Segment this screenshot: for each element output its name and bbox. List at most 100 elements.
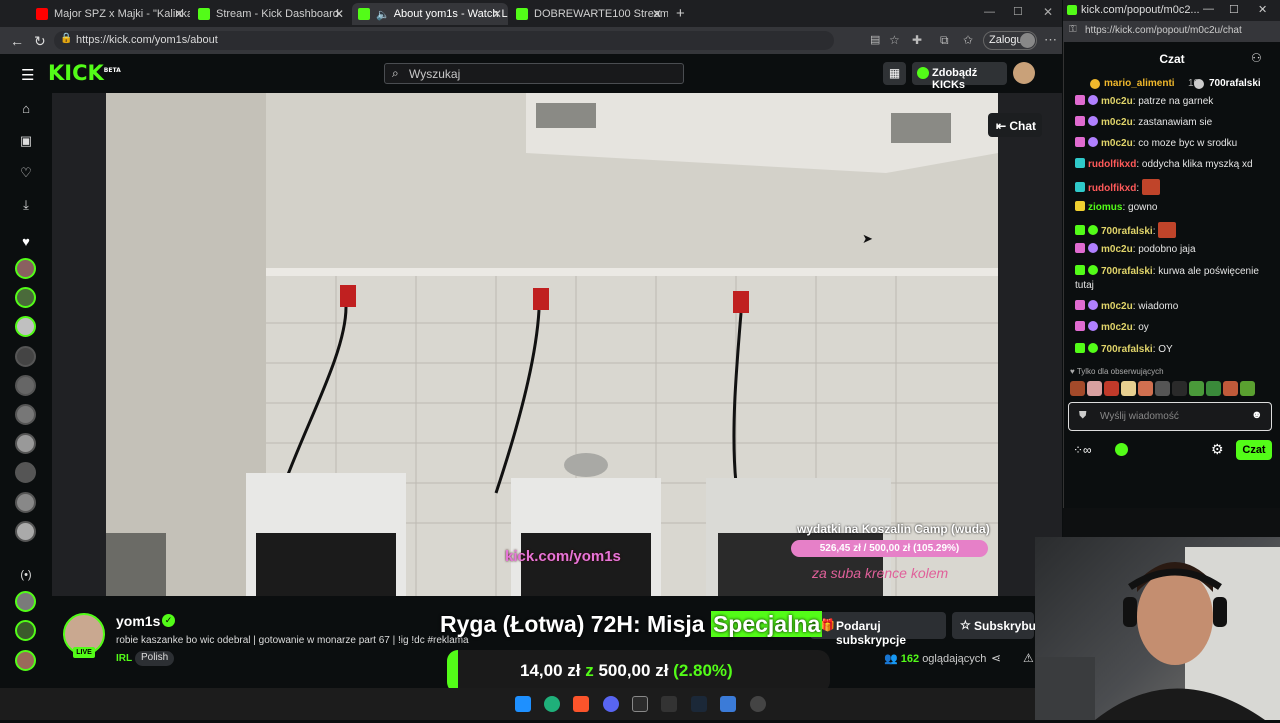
tab-dashboard[interactable]: Stream - Kick Dashboard ✕ (192, 3, 350, 25)
followed-channel-avatar[interactable] (15, 492, 36, 513)
following-icon[interactable]: ♡ (18, 165, 34, 181)
video-frame (106, 93, 998, 596)
followed-channel-avatar[interactable] (15, 433, 36, 454)
followed-channel-avatar[interactable] (15, 346, 36, 367)
home-icon[interactable]: ⌂ (18, 101, 34, 117)
app-icon[interactable] (750, 696, 766, 712)
emote-icon[interactable] (1087, 381, 1102, 396)
emote-icon[interactable] (1138, 381, 1153, 396)
emote-icon[interactable] (1189, 381, 1204, 396)
emote-icon[interactable] (1155, 381, 1170, 396)
site-info-icon[interactable]: 🔒 (60, 33, 72, 44)
obs-icon[interactable] (632, 696, 648, 712)
gear-icon[interactable]: ⚙ (1211, 441, 1224, 458)
followed-channel-avatar[interactable] (15, 316, 36, 337)
app-icon[interactable] (720, 696, 736, 712)
followed-channel-avatar[interactable] (15, 462, 36, 483)
chat-toggle-button[interactable]: ⇤ Chat (988, 113, 1042, 137)
menu-icon[interactable]: ☰ (21, 66, 34, 84)
emote-icon[interactable] (1121, 381, 1136, 396)
video-player[interactable] (106, 93, 998, 596)
badge-icon (1075, 182, 1085, 192)
emote-icon[interactable] (1104, 381, 1119, 396)
emote-icon[interactable] (1223, 381, 1238, 396)
close-icon[interactable]: ✕ (174, 7, 184, 21)
emote-icon[interactable] (1240, 381, 1255, 396)
gifter-name[interactable]: mario_alimenti (1104, 78, 1175, 89)
maximize-icon[interactable]: ☐ (1229, 3, 1239, 16)
chat-text: oy (1138, 322, 1149, 333)
more-icon[interactable]: ⋯ (1044, 32, 1057, 48)
discord-icon[interactable] (603, 696, 619, 712)
gifter-name[interactable]: 700rafalski (1209, 78, 1261, 89)
close-icon[interactable]: ✕ (492, 7, 502, 21)
search-input[interactable]: ⌕ Wyszukaj (384, 63, 684, 84)
recommended-icon[interactable]: (•) (18, 567, 34, 583)
points-icon[interactable]: ⁘∞ (1073, 443, 1092, 457)
close-icon[interactable]: ✕ (652, 7, 662, 21)
chat-url-text: https://kick.com/popout/m0c2u/chat (1085, 25, 1242, 36)
channel-name[interactable]: yom1s (116, 613, 160, 629)
tab-about-yom1s[interactable]: 🔈 About yom1s - Watch Live on ✕ (352, 3, 508, 25)
back-icon[interactable]: ← (10, 33, 24, 49)
emote-icon[interactable] (1070, 381, 1085, 396)
close-window-icon[interactable]: ✕ (1043, 5, 1053, 19)
epic-games-icon[interactable] (661, 696, 677, 712)
recommended-channel-avatar[interactable] (15, 591, 36, 612)
browse-icon[interactable]: ▣ (18, 133, 34, 149)
minimize-icon[interactable]: — (984, 6, 995, 18)
brave-icon[interactable] (573, 696, 589, 712)
new-tab-icon[interactable]: + (676, 5, 685, 22)
followed-channel-avatar[interactable] (15, 258, 36, 279)
kicks-icon[interactable] (1115, 443, 1128, 456)
search-icon: ⌕ (392, 66, 399, 80)
chat-username: rudolfikxd (1088, 159, 1137, 170)
favorites-bar-icon[interactable]: ✩ (963, 33, 973, 47)
gift-sub-button[interactable]: 🎁 Podaruj subskrypcje (810, 612, 946, 647)
steam-icon[interactable] (691, 696, 707, 712)
edge-icon[interactable] (544, 696, 560, 712)
recommended-channel-avatar[interactable] (15, 620, 36, 641)
coin-icon (1194, 79, 1204, 89)
favorite-icon[interactable]: ☆ (889, 33, 900, 47)
chat-message-input[interactable]: ⛊ Wyślij wiadomość ☻ (1068, 402, 1272, 431)
upload-icon[interactable]: ⤓ (18, 197, 34, 213)
report-icon[interactable]: ⚠ (1023, 651, 1034, 665)
dashboard-icon[interactable]: ▦ (883, 62, 906, 85)
split-icon[interactable]: ⧉ (940, 33, 949, 48)
close-window-icon[interactable]: ✕ (1258, 3, 1267, 16)
chat-toggle-icon: ⇤ (996, 119, 1010, 133)
recommended-channel-avatar[interactable] (15, 650, 36, 671)
emote-icon[interactable] (1172, 381, 1187, 396)
followed-channel-avatar[interactable] (15, 287, 36, 308)
emoji-icon[interactable]: ☻ (1251, 409, 1263, 421)
followed-channel-avatar[interactable] (15, 404, 36, 425)
followed-channel-avatar[interactable] (15, 521, 36, 542)
minimize-icon[interactable]: — (1203, 3, 1214, 15)
mic-icon (1088, 321, 1098, 331)
send-chat-button[interactable]: Czat (1236, 440, 1272, 460)
reader-icon[interactable]: ▤ (870, 33, 880, 46)
user-avatar[interactable] (1013, 62, 1035, 84)
subscribe-button[interactable]: ☆ Subskrybuj (952, 612, 1039, 639)
kick-logo[interactable]: KICKBETA (48, 61, 121, 85)
share-icon[interactable]: ⋖ (991, 651, 1001, 665)
verified-icon (1088, 225, 1098, 235)
windows-start-icon[interactable] (515, 696, 531, 712)
tab-youtube[interactable]: Major SPZ x Majki - "Kalinka" - Yo ✕ (30, 3, 190, 25)
refresh-icon[interactable]: ↻ (34, 33, 46, 50)
emote-icon[interactable] (1206, 381, 1221, 396)
category-link[interactable]: IRL (116, 653, 132, 664)
close-icon[interactable]: ✕ (334, 7, 344, 21)
user-settings-icon[interactable]: ⚇ (1251, 51, 1262, 65)
url-field[interactable]: 🔒 https://kick.com/yom1s/about (54, 31, 834, 50)
maximize-icon[interactable]: ☐ (1013, 5, 1023, 18)
chat-text: kurwa ale poświęcenie (1158, 266, 1259, 277)
mic-icon (1088, 137, 1098, 147)
extensions-icon[interactable]: ✚ (912, 33, 922, 47)
chat-url-bar[interactable]: ⚿ https://kick.com/popout/m0c2u/chat (1063, 21, 1280, 42)
followed-channel-avatar[interactable] (15, 375, 36, 396)
tab-dobrewarte[interactable]: DOBREWARTE100 Stream - Watch ✕ (510, 3, 668, 25)
login-button[interactable]: Zaloguj (983, 31, 1037, 50)
language-tag[interactable]: Polish (135, 651, 175, 666)
